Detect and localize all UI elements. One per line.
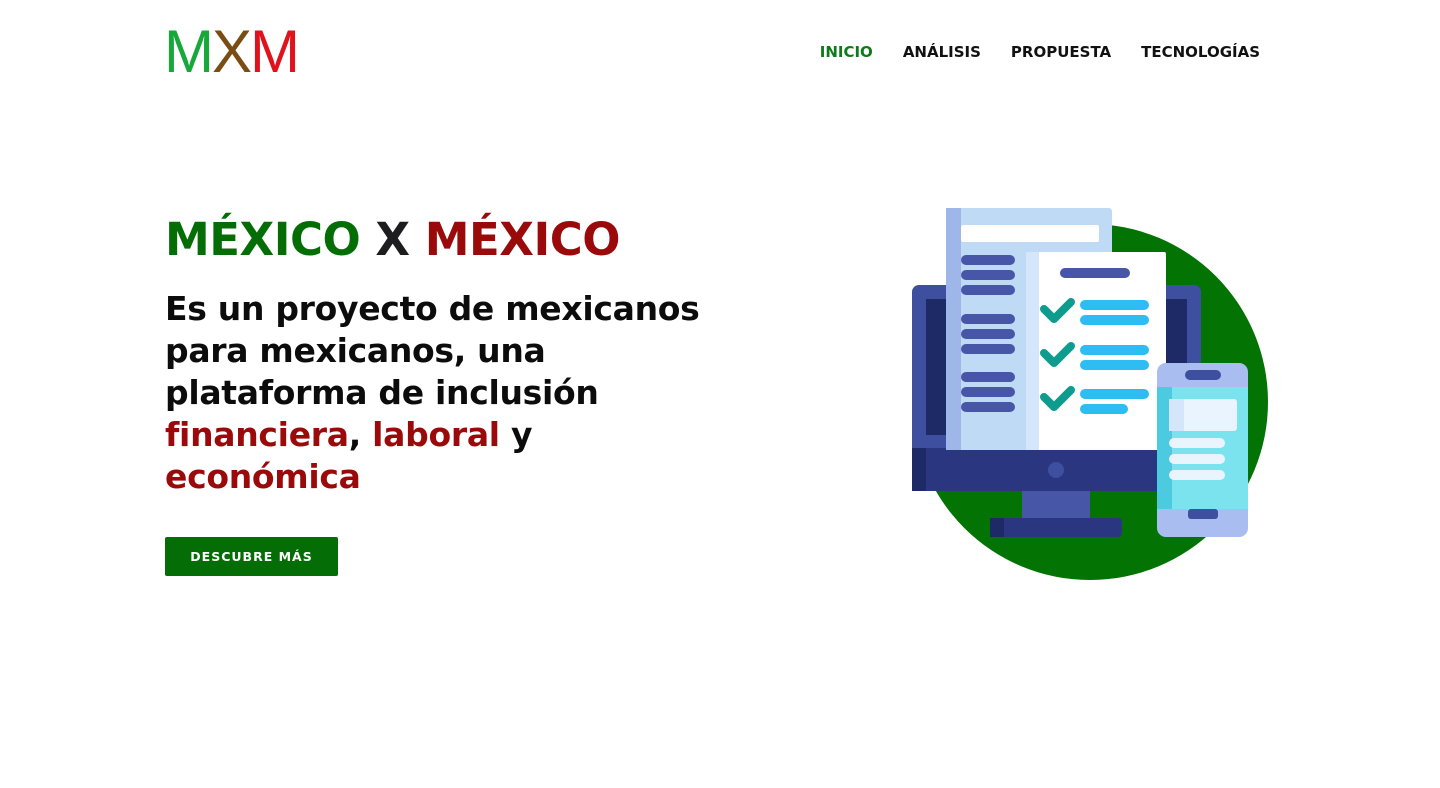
hero-title-part3: MÉXICO — [424, 213, 621, 266]
checklist-document — [1026, 252, 1166, 450]
hero-title: MÉXICO X MÉXICO — [165, 212, 621, 268]
nav-link-inicio[interactable]: INICIO — [820, 43, 873, 61]
logo-letter-m1: M — [164, 18, 214, 85]
hero-title-part1: MÉXICO — [165, 213, 361, 266]
main-nav: INICIO ANÁLISIS PROPUESTA TECNOLOGÍAS — [820, 42, 1260, 62]
highlight-laboral: laboral — [372, 415, 500, 454]
brand-logo[interactable]: MXM — [164, 18, 300, 85]
hero-description-intro: Es un proyecto de mexicanos para mexican… — [165, 289, 700, 412]
discover-more-button[interactable]: DESCUBRE MÁS — [165, 537, 338, 576]
logo-letter-x: X — [211, 18, 252, 85]
nav-link-tecnologias[interactable]: TECNOLOGÍAS — [1141, 43, 1260, 61]
hero-description-sep1: , — [348, 415, 373, 454]
nav-link-propuesta[interactable]: PROPUESTA — [1011, 43, 1111, 61]
smartphone-icon — [1157, 363, 1248, 537]
highlight-economica: económica — [165, 457, 361, 496]
computer-checklist-illustration — [912, 208, 1268, 580]
nav-link-analisis[interactable]: ANÁLISIS — [903, 43, 981, 61]
highlight-financiera: financiera — [165, 415, 349, 454]
hero-title-part2: X — [360, 213, 425, 266]
hero-description: Es un proyecto de mexicanos para mexican… — [165, 288, 725, 498]
hero-description-sep2: y — [499, 415, 533, 454]
logo-letter-m2: M — [250, 18, 300, 85]
